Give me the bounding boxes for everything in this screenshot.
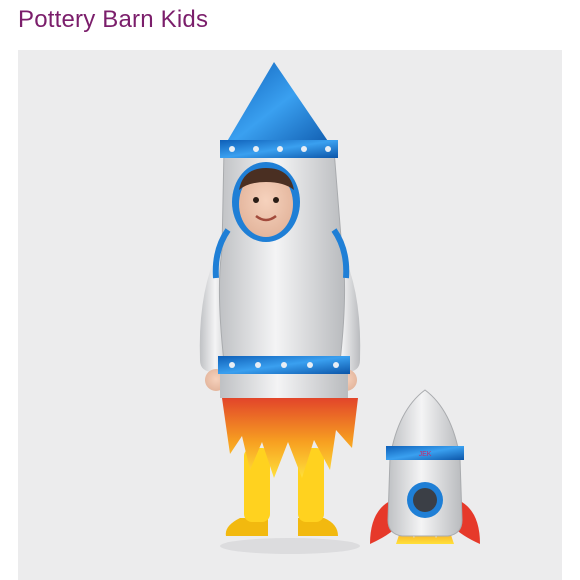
listing-photo[interactable]: JEK <box>18 50 562 580</box>
rocket-top-band <box>220 140 338 158</box>
floor-shadow <box>220 538 360 554</box>
yellow-shoes <box>225 518 338 536</box>
rocket-treat-bag <box>370 389 480 544</box>
embroidered-initials: JEK <box>419 451 432 458</box>
brand-title[interactable]: Pottery Barn Kids <box>18 6 208 34</box>
rocket-costume-image: JEK <box>199 62 480 554</box>
rocket-nose-cone <box>222 62 334 150</box>
flame-skirt <box>222 398 358 478</box>
child-face-window <box>232 162 300 242</box>
